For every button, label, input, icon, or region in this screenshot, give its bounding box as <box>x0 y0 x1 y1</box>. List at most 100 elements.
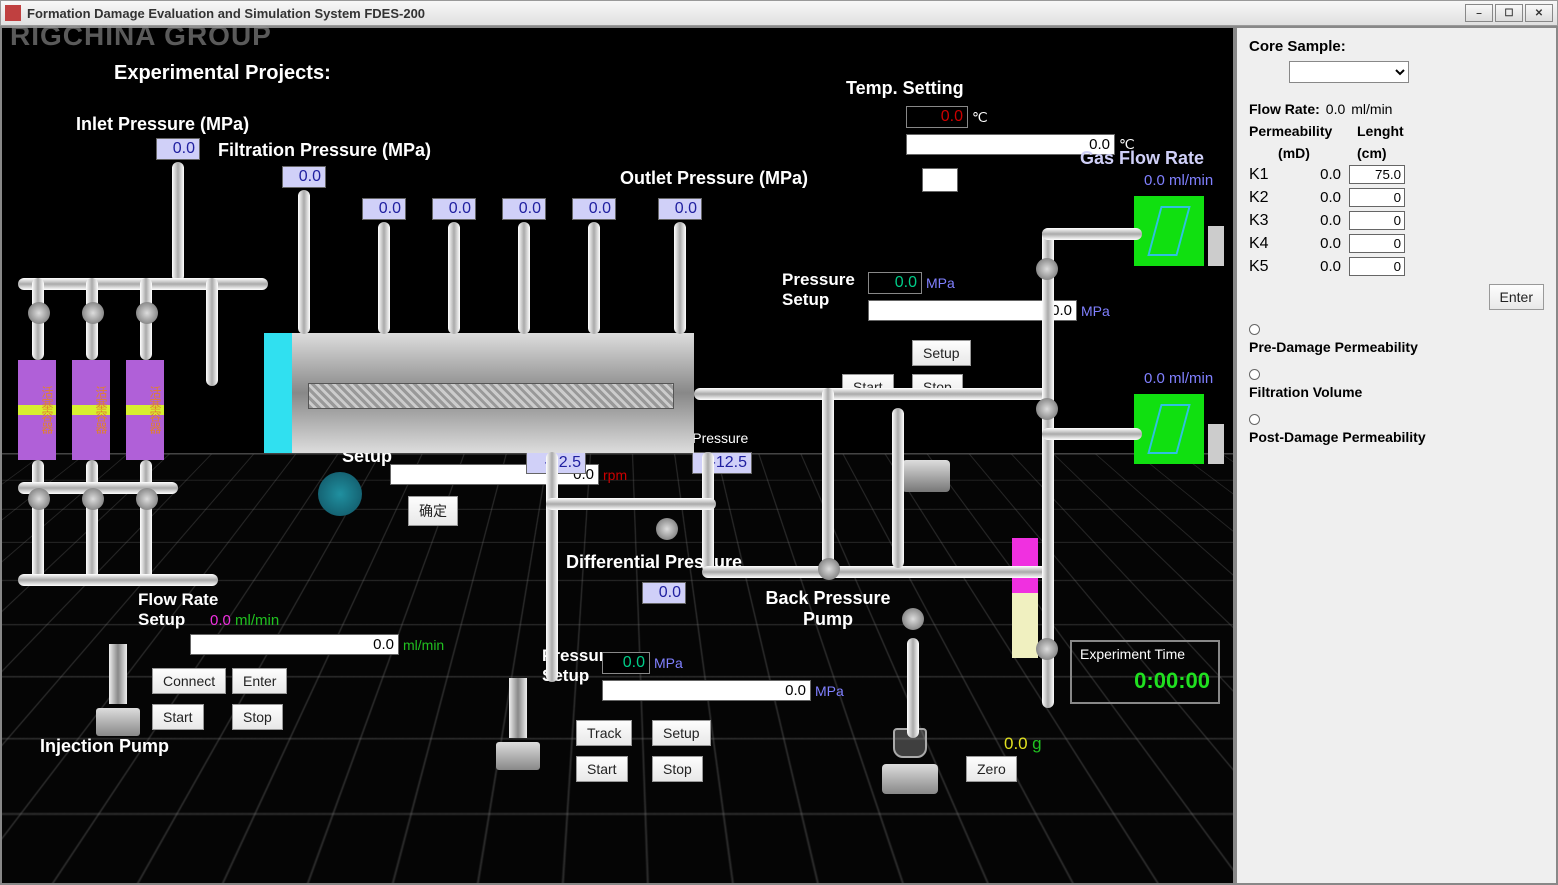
maximize-button[interactable]: ☐ <box>1495 4 1523 22</box>
filtration-tap-4: 0.0 <box>572 198 616 220</box>
k4-len-input[interactable] <box>1349 234 1405 253</box>
ps1-unit-1: MPa <box>926 275 955 291</box>
k-row-4: K4 0.0 <box>1249 234 1544 253</box>
frs-unit-2: ml/min <box>403 637 444 653</box>
valve-icon <box>1036 398 1058 420</box>
gas-flow-1-unit: ml/min <box>1169 172 1213 189</box>
side-flow-rate-unit: ml/min <box>1351 101 1392 117</box>
filtration-tap-3: 0.0 <box>502 198 546 220</box>
temp-setup-button[interactable] <box>922 168 958 192</box>
piston-2: 活塞容器 <box>72 360 110 460</box>
valve-icon <box>82 488 104 510</box>
ps2-setup-button[interactable]: Setup <box>652 720 711 746</box>
experiment-time-label: Experiment Time <box>1080 646 1210 662</box>
ps1-reading: 0.0 <box>868 272 922 294</box>
flow-rate-setup-label: Flow RateSetup <box>138 590 218 630</box>
filtration-main-readout: 0.0 <box>282 166 326 188</box>
valve-icon <box>28 302 50 324</box>
post-damage-label: Post-Damage Permeability <box>1249 429 1544 445</box>
app-icon <box>5 5 21 21</box>
outlet-pressure-readout: 0.0 <box>658 198 702 220</box>
frs-enter-button[interactable]: Enter <box>232 668 287 694</box>
frs-set-input[interactable] <box>190 634 399 655</box>
k2-len-input[interactable] <box>1349 188 1405 207</box>
temp-reading: 0.0 <box>906 106 968 128</box>
frs-stop-button[interactable]: Stop <box>232 704 283 730</box>
pressure-setup-label-1: PressureSetup <box>782 270 855 310</box>
injection-pump-icon <box>96 644 140 744</box>
k-enter-button[interactable]: Enter <box>1489 284 1544 310</box>
len-unit: (cm) <box>1357 145 1387 161</box>
core-sample-label: Core Sample: <box>1249 38 1544 55</box>
visualization-panel: Experimental Projects: Inlet Pressure (M… <box>0 26 1235 885</box>
valve-icon <box>656 518 678 540</box>
scale-icon <box>882 728 938 798</box>
frs-unit-1: ml/min <box>235 612 279 629</box>
ps2-unit-1: MPa <box>654 655 683 671</box>
filtration-vol-label: Filtration Volume <box>1249 384 1544 400</box>
gas-flow-label: Gas Flow Rate <box>1080 148 1204 169</box>
valve-icon <box>28 488 50 510</box>
pre-damage-radio[interactable] <box>1249 324 1544 335</box>
gas-flow-1-value: 0.0 <box>1144 172 1165 189</box>
close-button[interactable]: ✕ <box>1525 4 1553 22</box>
motor-icon <box>902 460 950 492</box>
valve-icon <box>1036 638 1058 660</box>
temp-unit-1: ℃ <box>972 109 988 126</box>
valve-icon <box>902 608 924 630</box>
piston-1: 活塞容器 <box>18 360 56 460</box>
filtration-vol-radio[interactable] <box>1249 369 1544 380</box>
ps2-start-button[interactable]: Start <box>576 756 628 782</box>
frs-start-button[interactable]: Start <box>152 704 204 730</box>
core-holder <box>264 333 694 453</box>
k3-len-input[interactable] <box>1349 211 1405 230</box>
side-panel: Core Sample: Flow Rate: 0.0 ml/min Perme… <box>1235 26 1558 885</box>
len-head: Lenght <box>1357 123 1404 139</box>
experiment-time-value: 0:00:00 <box>1080 668 1210 694</box>
k-row-1: K1 0.0 <box>1249 165 1544 184</box>
side-flow-rate-label: Flow Rate: <box>1249 101 1320 117</box>
frs-reading: 0.0 <box>210 612 231 629</box>
window-title: Formation Damage Evaluation and Simulati… <box>27 6 425 21</box>
minimize-button[interactable]: – <box>1465 4 1493 22</box>
k-row-5: K5 0.0 <box>1249 257 1544 276</box>
pre-damage-label: Pre-Damage Permeability <box>1249 339 1544 355</box>
bp-pump-icon <box>496 678 540 778</box>
temp-setting-label: Temp. Setting <box>846 78 964 99</box>
k1-len-input[interactable] <box>1349 165 1405 184</box>
piston-3: 活塞容器 <box>126 360 164 460</box>
gas-flow-2-value: 0.0 <box>1144 370 1165 387</box>
watermark: RIGCHINA GROUP <box>10 20 272 52</box>
valve-icon <box>136 488 158 510</box>
post-damage-radio[interactable] <box>1249 414 1544 425</box>
rpm-confirm-button[interactable]: 确定 <box>408 496 458 526</box>
gas-meter-2 <box>1134 394 1204 464</box>
filtration-tap-1: 0.0 <box>362 198 406 220</box>
rpm-unit: rpm <box>603 467 627 483</box>
perm-head: Permeability <box>1249 123 1332 139</box>
experiment-timer-box: Experiment Time 0:00:00 <box>1070 640 1220 704</box>
core-sample-select[interactable] <box>1289 61 1409 83</box>
side-flow-rate-value: 0.0 <box>1326 101 1345 117</box>
inlet-pressure-label: Inlet Pressure (MPa) <box>76 114 249 135</box>
k-row-3: K3 0.0 <box>1249 211 1544 230</box>
ps1-setup-button[interactable]: Setup <box>912 340 971 366</box>
weight-zero-button[interactable]: Zero <box>966 756 1017 782</box>
ps1-unit-2: MPa <box>1081 303 1110 319</box>
filtration-pressure-label: Filtration Pressure (MPa) <box>218 140 431 161</box>
k5-len-input[interactable] <box>1349 257 1405 276</box>
ps2-reading: 0.0 <box>602 652 650 674</box>
fan-icon <box>318 472 362 516</box>
ps2-stop-button[interactable]: Stop <box>652 756 703 782</box>
back-pressure-label: Back Pressure Pump <box>748 588 908 630</box>
filtration-tap-2: 0.0 <box>432 198 476 220</box>
valve-icon <box>1036 258 1058 280</box>
k-row-2: K2 0.0 <box>1249 188 1544 207</box>
gas-meter-1 <box>1134 196 1204 266</box>
outlet-pressure-label: Outlet Pressure (MPa) <box>620 168 808 189</box>
ps2-track-button[interactable]: Track <box>576 720 632 746</box>
ps2-set-input[interactable] <box>602 680 811 701</box>
diff-pressure-readout: 0.0 <box>642 582 686 604</box>
projects-label: Experimental Projects: <box>114 62 331 85</box>
frs-connect-button[interactable]: Connect <box>152 668 226 694</box>
